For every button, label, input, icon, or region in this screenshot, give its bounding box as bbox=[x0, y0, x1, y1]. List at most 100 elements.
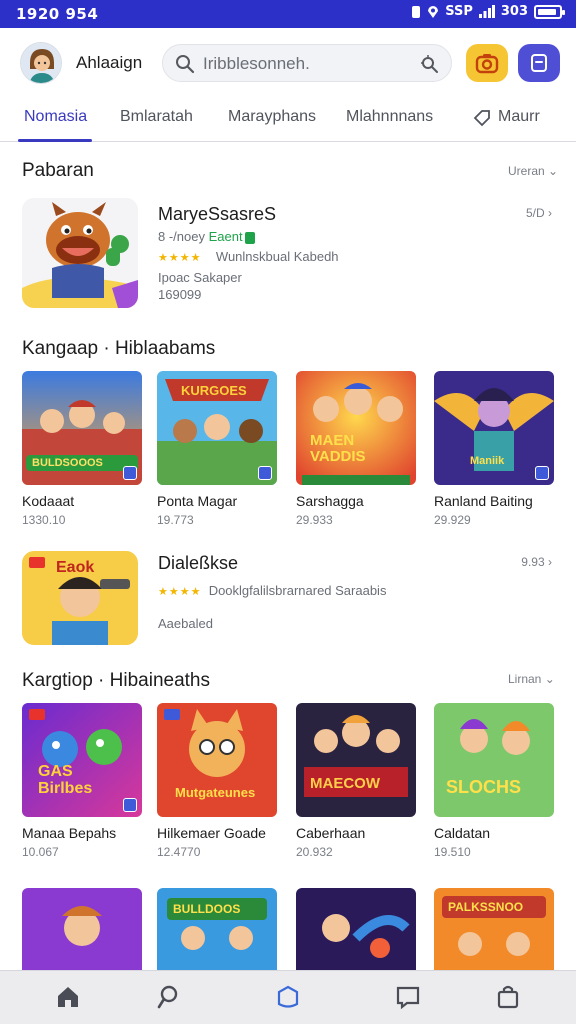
game-downloads: 10.067 bbox=[22, 845, 59, 859]
nav-games[interactable] bbox=[274, 983, 302, 1011]
featured-app-size: 5/D › bbox=[525, 206, 552, 220]
game-banner-text: Mutgateunes bbox=[175, 785, 256, 800]
featured-app-name: MaryeSsasreS bbox=[158, 204, 277, 224]
tag-icon bbox=[473, 110, 490, 127]
featured-app-rating-text: Wunlnskbual Kabedh bbox=[215, 249, 339, 264]
nav-store[interactable] bbox=[494, 983, 522, 1011]
featured-app-dev-highlight: Eaent bbox=[208, 229, 243, 244]
install-badge-icon bbox=[258, 466, 272, 480]
game-name: Manaa Bepahs bbox=[22, 825, 117, 841]
avatar[interactable] bbox=[20, 42, 62, 84]
game-card[interactable]: KURGOES Ponta Magar 19.773 bbox=[157, 371, 279, 527]
featured-app-downloads: 169099 bbox=[158, 287, 202, 302]
battery-percent: 303 bbox=[500, 4, 528, 19]
featured-app-name: Dialeßkse bbox=[158, 553, 239, 573]
game-name: Sarshagga bbox=[296, 493, 364, 509]
install-badge-icon bbox=[123, 798, 137, 812]
game-name: Hilkemaer Goade bbox=[157, 825, 266, 841]
tab-maurr[interactable]: Maurr bbox=[498, 108, 540, 126]
game-card[interactable]: Mutgateunes Hilkemaer Goade 12.4770 bbox=[157, 703, 279, 859]
nav-home[interactable] bbox=[54, 983, 82, 1011]
game-card[interactable]: MAEN VADDIS Sarshagga 29.933 bbox=[296, 371, 418, 527]
game-name: Ponta Magar bbox=[157, 493, 238, 509]
featured-app-rating: ★★★★ Wunlnskbual Kabedh bbox=[158, 249, 339, 264]
game-banner-text: Maniik bbox=[470, 455, 505, 467]
scan-icon[interactable] bbox=[419, 54, 439, 74]
game-banner-text: MAEN VADDIS bbox=[310, 432, 366, 465]
new-tag-icon bbox=[29, 709, 45, 720]
search-input[interactable] bbox=[203, 53, 403, 75]
bottom-navigation bbox=[0, 970, 576, 1024]
home-icon bbox=[58, 987, 78, 1007]
game-card[interactable]: BULDSOOOS Kodaaat 1330.10 bbox=[22, 371, 144, 527]
search-pin-icon bbox=[157, 985, 178, 1009]
message-icon bbox=[531, 54, 547, 72]
app-title: Ahlaaign bbox=[76, 53, 143, 72]
messages-button[interactable] bbox=[518, 44, 560, 82]
tab-mlahnnnans[interactable]: Mlahnnnans bbox=[346, 108, 433, 126]
install-badge-icon bbox=[123, 466, 137, 480]
battery-icon bbox=[534, 4, 565, 19]
section-title-kangaap: Kangaap · Hiblaabams bbox=[22, 338, 216, 359]
game-art: Mutgateunes bbox=[157, 703, 277, 817]
game-card[interactable]: SLOCHS Caldatan 19.510 bbox=[434, 703, 556, 859]
game-downloads: 1330.10 bbox=[22, 513, 66, 527]
game-downloads: 12.4770 bbox=[157, 845, 201, 859]
featured-app-subtitle: Ipoac Sakaper bbox=[158, 270, 242, 285]
game-card[interactable] bbox=[22, 888, 144, 970]
featured-app-dev-name: 8 -/noey bbox=[158, 229, 205, 244]
new-tag-icon bbox=[29, 557, 45, 568]
search-bar[interactable] bbox=[162, 44, 452, 82]
tab-bmlaratah[interactable]: Bmlaratah bbox=[120, 108, 193, 126]
section-title-kargtiop: Kargtiop · Hibaineaths bbox=[22, 670, 210, 691]
tab-nomasia[interactable]: Nomasia bbox=[24, 108, 87, 126]
featured-app-size-value: 9.93 bbox=[521, 555, 545, 569]
game-art: PALKSSNOO bbox=[434, 888, 554, 970]
game-banner-text: MAECOW bbox=[310, 775, 380, 792]
chat-bubble-icon bbox=[396, 986, 420, 1010]
featured-app-card[interactable]: MaryeSsasreS 5/D › 8 -/noey Eaent ★★★★ W… bbox=[22, 198, 562, 308]
game-art: BULLDOOS bbox=[157, 888, 277, 970]
featured-app-size-value: 5/D bbox=[525, 206, 545, 220]
game-row-2: GAS Birlbes Manaa Bepahs 10.067 Mutgateu… bbox=[22, 703, 562, 863]
featured-app-card-2[interactable]: Eaok Dialeßkse 9.93 › ★★★★ Dooklgfalilsb… bbox=[22, 551, 562, 647]
active-tab-indicator bbox=[18, 139, 92, 142]
chevron-down-icon: ⌄ bbox=[548, 164, 559, 178]
section-more-link[interactable]: Lirnan ⌄ bbox=[508, 672, 555, 686]
app-header: Ahlaaign bbox=[0, 28, 576, 98]
game-banner-text: SLOCHS bbox=[446, 777, 522, 797]
game-card[interactable]: PALKSSNOO bbox=[434, 888, 556, 970]
nav-search[interactable] bbox=[154, 983, 182, 1011]
nav-messages[interactable] bbox=[394, 983, 422, 1011]
game-card[interactable]: MAECOW Caberhaan 20.932 bbox=[296, 703, 418, 859]
shield-icon bbox=[277, 985, 299, 1008]
featured-thumb-text: Eaok bbox=[56, 559, 95, 576]
game-row-3: BULLDOOS PALKSSNOO bbox=[22, 888, 562, 970]
game-name: Ranland Baiting bbox=[434, 493, 533, 509]
game-art bbox=[296, 888, 416, 970]
signal-icon bbox=[478, 5, 495, 18]
bag-icon bbox=[497, 985, 519, 1009]
game-name: Caldatan bbox=[434, 825, 491, 841]
category-tabs: Nomasia Bmlaratah Marayphans Mlahnnnans … bbox=[0, 98, 576, 142]
game-card[interactable] bbox=[296, 888, 418, 970]
game-card[interactable]: GAS Birlbes Manaa Bepahs 10.067 bbox=[22, 703, 144, 859]
featured-app-icon bbox=[22, 198, 138, 308]
location-icon bbox=[428, 5, 439, 18]
game-banner-text: BULLDOOS bbox=[173, 902, 241, 916]
section-more-link[interactable]: Ureran ⌄ bbox=[508, 164, 558, 178]
tab-marayphans[interactable]: Marayphans bbox=[228, 108, 316, 126]
camera-button[interactable] bbox=[466, 44, 508, 82]
game-card[interactable]: BULLDOOS bbox=[157, 888, 279, 970]
game-card[interactable]: Maniik Ranland Baiting 29.929 bbox=[434, 371, 556, 527]
status-network-text: SSP bbox=[445, 4, 473, 19]
game-downloads: 20.932 bbox=[296, 845, 333, 859]
monster-character-image bbox=[22, 198, 138, 308]
game-art: Maniik bbox=[434, 371, 554, 485]
search-icon bbox=[176, 55, 195, 74]
game-art: KURGOES bbox=[157, 371, 277, 485]
game-art: MAEN VADDIS bbox=[296, 371, 416, 485]
featured-app-icon: Eaok bbox=[22, 551, 138, 645]
rating-stars-icon: ★★★★ bbox=[158, 586, 202, 598]
game-art: GAS Birlbes bbox=[22, 703, 142, 817]
